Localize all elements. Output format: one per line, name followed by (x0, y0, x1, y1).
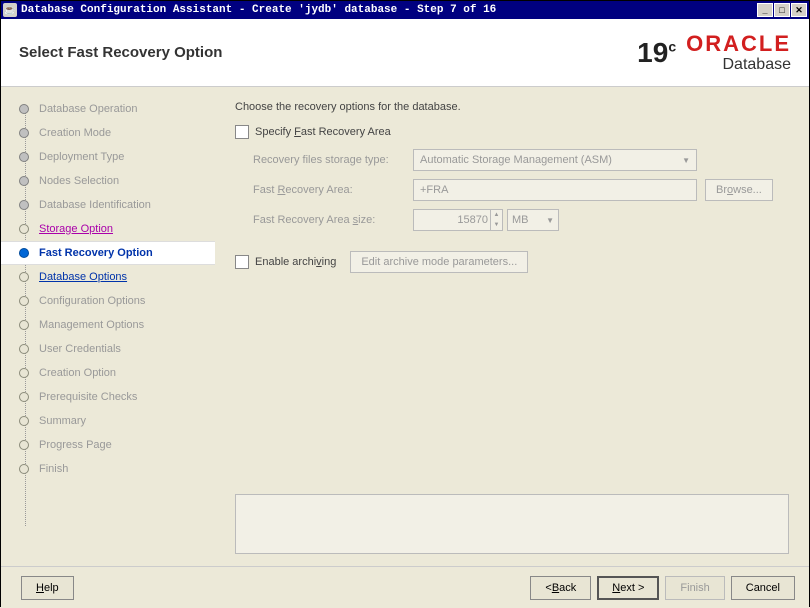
wizard-step-management-options: Management Options (15, 313, 215, 337)
wizard-step-finish: Finish (15, 457, 215, 481)
window-titlebar: ☕ Database Configuration Assistant - Cre… (1, 1, 809, 19)
step-label: Creation Mode (39, 127, 111, 139)
fra-path-label: Fast Recovery Area: (253, 184, 413, 196)
specify-fra-checkbox[interactable] (235, 125, 249, 139)
wizard-step-user-credentials: User Credentials (15, 337, 215, 361)
storage-type-value: Automatic Storage Management (ASM) (420, 154, 612, 166)
step-dot-icon (19, 104, 29, 114)
oracle-logo: 19c ORACLE Database (637, 33, 791, 73)
specify-fra-label: Specify Fast Recovery Area (255, 126, 391, 138)
step-label: Nodes Selection (39, 175, 119, 187)
storage-type-dropdown[interactable]: Automatic Storage Management (ASM) ▼ (413, 149, 697, 171)
chevron-down-icon: ▼ (682, 156, 690, 165)
fra-size-unit-dropdown[interactable]: MB ▼ (507, 209, 559, 231)
enable-archiving-row: Enable archiving Edit archive mode param… (235, 251, 789, 273)
step-label: Creation Option (39, 367, 116, 379)
step-label: Summary (39, 415, 86, 427)
enable-archiving-label: Enable archiving (255, 256, 336, 268)
step-dot-icon (19, 440, 29, 450)
step-dot-icon (19, 200, 29, 210)
step-label: Management Options (39, 319, 144, 331)
cancel-button[interactable]: Cancel (731, 576, 795, 600)
fra-path-value: +FRA (420, 184, 448, 196)
page-header: Select Fast Recovery Option 19c ORACLE D… (1, 19, 809, 87)
brand-name: ORACLE (686, 33, 791, 55)
step-dot-icon (19, 224, 29, 234)
minimize-button[interactable]: _ (757, 3, 773, 17)
enable-archiving-checkbox[interactable] (235, 255, 249, 269)
finish-button: Finish (665, 576, 724, 600)
step-dot-icon (19, 344, 29, 354)
step-dot-icon (19, 176, 29, 186)
wizard-step-deployment-type: Deployment Type (15, 145, 215, 169)
fra-path-row: Fast Recovery Area: +FRA Browse... (253, 179, 789, 201)
footer-bar: Help < Back Next > Finish Cancel (1, 566, 809, 608)
wizard-step-database-options[interactable]: Database Options (15, 265, 215, 289)
step-link[interactable]: Database Options (39, 271, 127, 283)
step-dot-icon (19, 152, 29, 162)
storage-type-label: Recovery files storage type: (253, 154, 413, 166)
fra-size-label: Fast Recovery Area size: (253, 214, 413, 226)
help-button[interactable]: Help (21, 576, 74, 600)
browse-button[interactable]: Browse... (705, 179, 773, 201)
fra-size-spinner[interactable]: ▲ ▼ (490, 210, 502, 230)
wizard-step-configuration-options: Configuration Options (15, 289, 215, 313)
wizard-step-storage-option[interactable]: Storage Option (15, 217, 215, 241)
page-title: Select Fast Recovery Option (19, 44, 637, 61)
next-button[interactable]: Next > (597, 576, 659, 600)
step-label: Database Operation (39, 103, 137, 115)
back-button[interactable]: < Back (530, 576, 591, 600)
chevron-down-icon: ▼ (546, 216, 554, 225)
step-dot-icon (19, 248, 29, 258)
wizard-step-nodes-selection: Nodes Selection (15, 169, 215, 193)
step-dot-icon (19, 464, 29, 474)
step-label: Fast Recovery Option (39, 247, 153, 259)
step-label: Configuration Options (39, 295, 145, 307)
edit-archive-params-button[interactable]: Edit archive mode parameters... (350, 251, 528, 273)
storage-type-row: Recovery files storage type: Automatic S… (253, 149, 789, 171)
wizard-step-progress-page: Progress Page (15, 433, 215, 457)
step-dot-icon (19, 320, 29, 330)
fra-size-row: Fast Recovery Area size: 15870 ▲ ▼ MB ▼ (253, 209, 789, 231)
main-panel: Choose the recovery options for the data… (215, 87, 809, 566)
specify-fra-row: Specify Fast Recovery Area (235, 125, 789, 139)
step-dot-icon (19, 128, 29, 138)
wizard-step-creation-mode: Creation Mode (15, 121, 215, 145)
wizard-step-summary: Summary (15, 409, 215, 433)
version-label: 19c (637, 37, 676, 69)
fra-size-input[interactable]: 15870 ▲ ▼ (413, 209, 503, 231)
close-button[interactable]: ✕ (791, 3, 807, 17)
step-label: Finish (39, 463, 68, 475)
step-dot-icon (19, 272, 29, 282)
step-label: Database Identification (39, 199, 151, 211)
window-title: Database Configuration Assistant - Creat… (21, 4, 757, 16)
wizard-step-database-identification: Database Identification (15, 193, 215, 217)
wizard-step-prerequisite-checks: Prerequisite Checks (15, 385, 215, 409)
wizard-step-creation-option: Creation Option (15, 361, 215, 385)
fra-size-unit-value: MB (512, 214, 529, 226)
step-label: Prerequisite Checks (39, 391, 137, 403)
spin-up-icon[interactable]: ▲ (490, 210, 502, 220)
brand-sub: Database (686, 57, 791, 73)
step-dot-icon (19, 368, 29, 378)
wizard-step-database-operation: Database Operation (15, 97, 215, 121)
step-dot-icon (19, 392, 29, 402)
message-area (235, 494, 789, 554)
fra-path-input[interactable]: +FRA (413, 179, 697, 201)
wizard-steps-sidebar: Database Operation Creation Mode Deploymen… (1, 87, 215, 566)
fra-size-value: 15870 (457, 214, 488, 226)
app-icon: ☕ (3, 3, 17, 17)
step-dot-icon (19, 416, 29, 426)
step-label: User Credentials (39, 343, 121, 355)
step-label: Progress Page (39, 439, 112, 451)
spin-down-icon[interactable]: ▼ (490, 220, 502, 230)
step-link[interactable]: Storage Option (39, 223, 113, 235)
maximize-button[interactable]: □ (774, 3, 790, 17)
wizard-step-fast-recovery-option: Fast Recovery Option (1, 241, 215, 265)
instruction-text: Choose the recovery options for the data… (235, 101, 789, 113)
step-label: Deployment Type (39, 151, 124, 163)
step-dot-icon (19, 296, 29, 306)
